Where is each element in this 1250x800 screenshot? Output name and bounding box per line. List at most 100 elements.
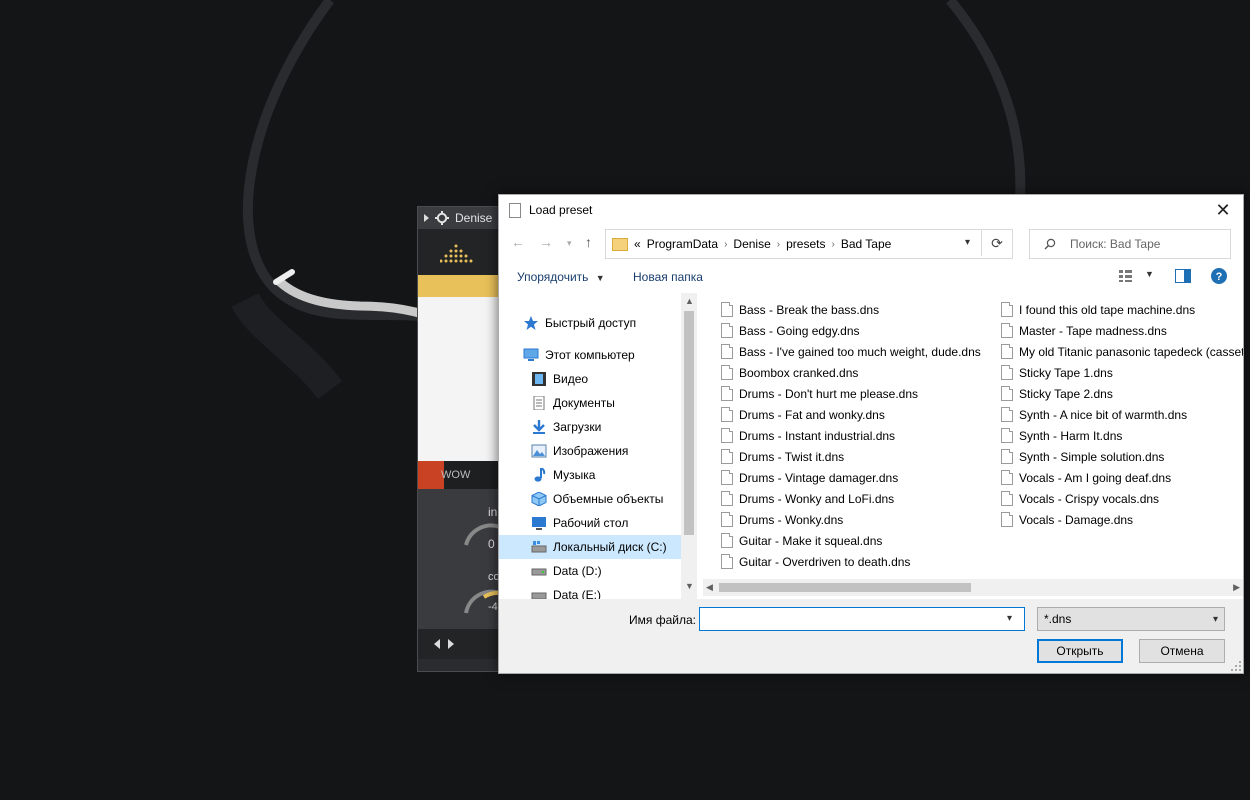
nav-item-label: Этот компьютер: [545, 348, 635, 362]
path-overflow[interactable]: «: [634, 237, 641, 251]
file-item[interactable]: Vocals - Damage.dns: [1001, 509, 1133, 530]
breadcrumb-programdata[interactable]: ProgramData: [647, 237, 718, 251]
nav-item-this-pc[interactable]: Этот компьютер: [499, 343, 681, 367]
view-options-icon[interactable]: [1119, 270, 1135, 282]
file-item[interactable]: Synth - Harm It.dns: [1001, 425, 1122, 446]
next-preset-icon[interactable]: [448, 639, 454, 649]
resize-grip-icon[interactable]: [1231, 661, 1241, 671]
file-item[interactable]: Sticky Tape 2.dns: [1001, 383, 1113, 404]
plugin-yellow-bar: [418, 275, 502, 297]
file-type-select[interactable]: *.dns ▾: [1037, 607, 1225, 631]
preview-pane-icon[interactable]: [1175, 269, 1191, 283]
file-item[interactable]: Synth - Simple solution.dns: [1001, 446, 1164, 467]
file-item[interactable]: Drums - Vintage damager.dns: [721, 467, 898, 488]
expand-triangle-icon[interactable]: [424, 214, 429, 222]
recent-locations-chevron-icon[interactable]: ▾: [567, 238, 572, 249]
file-item[interactable]: Guitar - Make it squeal.dns: [721, 530, 882, 551]
scroll-left-icon[interactable]: ◀: [706, 582, 713, 593]
knob1-label: in: [488, 505, 498, 519]
forward-arrow-icon[interactable]: →: [539, 234, 553, 250]
nav-item-documents[interactable]: Документы: [499, 391, 681, 415]
breadcrumb-denise[interactable]: Denise: [733, 237, 770, 251]
organize-button[interactable]: Упорядочить ▼: [517, 270, 605, 284]
search-icon: [1044, 238, 1056, 250]
file-item[interactable]: Bass - Break the bass.dns: [721, 299, 879, 320]
file-item[interactable]: Bass - Going edgy.dns: [721, 320, 860, 341]
file-item[interactable]: Bass - I've gained too much weight, dude…: [721, 341, 981, 362]
search-input[interactable]: [1068, 236, 1222, 252]
file-item[interactable]: Drums - Instant industrial.dns: [721, 425, 895, 446]
dialog-titlebar[interactable]: Load preset ✕: [499, 195, 1243, 225]
file-icon: [721, 386, 733, 401]
file-item[interactable]: My old Titanic panasonic tapedeck (casse…: [1001, 341, 1243, 362]
plugin-display: [418, 297, 502, 461]
gear-icon[interactable]: [435, 211, 449, 225]
new-folder-button[interactable]: Новая папка: [633, 270, 703, 284]
file-item[interactable]: Drums - Fat and wonky.dns: [721, 404, 885, 425]
navigation-scrollbar[interactable]: ▲ ▼: [681, 293, 697, 599]
scroll-down-icon[interactable]: ▼: [685, 581, 694, 591]
file-item[interactable]: Synth - A nice bit of warmth.dns: [1001, 404, 1187, 425]
breadcrumb-separator-icon[interactable]: ›: [777, 239, 780, 250]
nav-item-local-disk-c[interactable]: Локальный диск (C:): [499, 535, 681, 559]
file-icon: [721, 554, 733, 569]
nav-item-label: Data (E:): [553, 588, 602, 599]
nav-item-desktop[interactable]: Рабочий стол: [499, 511, 681, 535]
file-item[interactable]: Vocals - Am I going deaf.dns: [1001, 467, 1171, 488]
breadcrumb-separator-icon[interactable]: ›: [831, 239, 834, 250]
file-name: Vocals - Crispy vocals.dns: [1019, 491, 1160, 506]
file-item[interactable]: Guitar - Overdriven to death.dns: [721, 551, 910, 572]
address-bar[interactable]: « ProgramData › Denise › presets › Bad T…: [605, 229, 1013, 259]
plugin-logo-icon: [440, 244, 473, 263]
wow-row[interactable]: WOW: [418, 461, 502, 489]
breadcrumb-presets[interactable]: presets: [786, 237, 825, 251]
file-type-value: *.dns: [1044, 612, 1072, 626]
file-item[interactable]: Drums - Twist it.dns: [721, 446, 844, 467]
nav-item-3d-objects[interactable]: Объемные объекты: [499, 487, 681, 511]
file-item[interactable]: I found this old tape machine.dns: [1001, 299, 1195, 320]
file-icon: [721, 470, 733, 485]
file-item[interactable]: Drums - Don't hurt me please.dns: [721, 383, 918, 404]
scrollbar-thumb[interactable]: [684, 311, 694, 535]
file-item[interactable]: Master - Tape madness.dns: [1001, 320, 1167, 341]
wow-label: WOW: [441, 469, 471, 481]
address-dropdown-icon[interactable]: ▾: [965, 237, 970, 248]
scroll-right-icon[interactable]: ▶: [1233, 582, 1240, 593]
nav-item-quick-access[interactable]: Быстрый доступ: [499, 311, 681, 335]
plugin-titlebar[interactable]: Denise: [418, 207, 502, 229]
nav-item-music[interactable]: Музыка: [499, 463, 681, 487]
help-icon[interactable]: ?: [1211, 268, 1227, 284]
back-arrow-icon[interactable]: ←: [511, 234, 525, 250]
file-item[interactable]: Vocals - Crispy vocals.dns: [1001, 488, 1159, 509]
horizontal-scrollbar[interactable]: ◀ ▶: [703, 579, 1243, 596]
filename-input[interactable]: [699, 607, 1025, 631]
organize-label: Упорядочить: [517, 270, 589, 284]
scrollbar-thumb[interactable]: [719, 583, 971, 592]
filename-dropdown-icon[interactable]: ▾: [1007, 613, 1012, 624]
file-name: Sticky Tape 1.dns: [1019, 365, 1113, 380]
nav-item-pictures[interactable]: Изображения: [499, 439, 681, 463]
scroll-up-icon[interactable]: ▲: [685, 296, 694, 306]
file-name: Boombox cranked.dns: [739, 365, 859, 380]
file-item[interactable]: Drums - Wonky.dns: [721, 509, 843, 530]
nav-item-downloads[interactable]: Загрузки: [499, 415, 681, 439]
breadcrumb-separator-icon[interactable]: ›: [724, 239, 727, 250]
close-button[interactable]: ✕: [1213, 200, 1233, 220]
nav-item-videos[interactable]: Видео: [499, 367, 681, 391]
open-button[interactable]: Открыть: [1037, 639, 1123, 663]
up-arrow-icon[interactable]: ↑: [585, 234, 592, 250]
cancel-button[interactable]: Отмена: [1139, 639, 1225, 663]
refresh-button[interactable]: ⟳: [981, 230, 1012, 256]
nav-item-data-d[interactable]: Data (D:): [499, 559, 681, 583]
prev-preset-icon[interactable]: [434, 639, 440, 649]
search-box[interactable]: [1029, 229, 1231, 259]
file-item[interactable]: Sticky Tape 1.dns: [1001, 362, 1113, 383]
file-item[interactable]: Boombox cranked.dns: [721, 362, 858, 383]
nav-item-data-e[interactable]: Data (E:): [499, 583, 681, 599]
breadcrumb-bad-tape[interactable]: Bad Tape: [841, 237, 892, 251]
file-name: Master - Tape madness.dns: [1019, 323, 1167, 338]
navigation-row: ← → ▾ ↑ « ProgramData › Denise › presets…: [499, 225, 1243, 261]
view-dropdown-icon[interactable]: ▼: [1145, 269, 1154, 279]
file-icon: [721, 533, 733, 548]
file-item[interactable]: Drums - Wonky and LoFi.dns: [721, 488, 894, 509]
